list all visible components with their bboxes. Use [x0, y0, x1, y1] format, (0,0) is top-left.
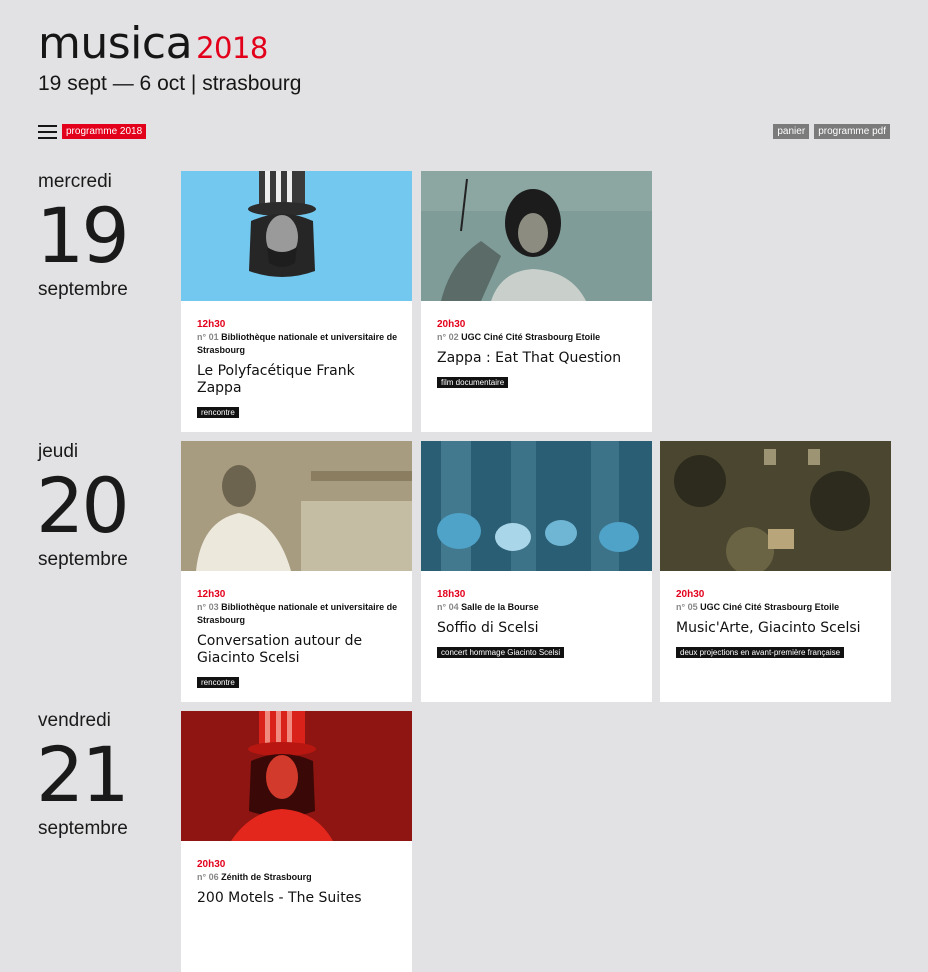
- programme-2018-button[interactable]: programme 2018: [62, 124, 147, 139]
- event-number: n° 04: [437, 602, 459, 612]
- programme-pdf-button[interactable]: programme pdf: [814, 124, 890, 139]
- event-time: 12h30: [197, 319, 226, 330]
- day-number: 19: [36, 191, 130, 280]
- event-card-02[interactable]: 20h30 n° 02 UGC Ciné Cité Strasbourg Eto…: [421, 171, 652, 432]
- event-number: n° 02: [437, 332, 459, 342]
- event-card-01[interactable]: 12h30 n° 01 Bibliothèque nationale et un…: [181, 171, 412, 432]
- event-venue-name: Zénith de Strasbourg: [221, 872, 312, 882]
- event-image: [181, 441, 412, 571]
- event-venue: n° 01 Bibliothèque nationale et universi…: [197, 331, 400, 357]
- event-image: [421, 441, 652, 571]
- event-venue-name: Bibliothèque nationale et universitaire …: [197, 332, 398, 355]
- event-tag: concert hommage Giacinto Scelsi: [437, 647, 565, 658]
- day-number: 21: [36, 730, 130, 819]
- event-title[interactable]: Conversation autour de Giacinto Scelsi: [197, 633, 400, 667]
- site-logo[interactable]: musica 2018: [38, 18, 301, 74]
- event-time: 20h30: [676, 589, 705, 600]
- event-details: 20h30 n° 06 Zénith de Strasbourg 200 Mot…: [197, 859, 400, 907]
- day-month: septembre: [38, 279, 128, 300]
- event-number: n° 01: [197, 332, 219, 342]
- event-venue: n° 02 UGC Ciné Cité Strasbourg Etoile: [437, 331, 640, 344]
- event-card-05[interactable]: 20h30 n° 05 UGC Ciné Cité Strasbourg Eto…: [660, 441, 891, 702]
- event-number: n° 06: [197, 872, 219, 882]
- day-weekday: vendredi: [38, 710, 111, 731]
- event-time: 18h30: [437, 589, 466, 600]
- event-venue: n° 04 Salle de la Bourse: [437, 601, 640, 614]
- event-venue-name: UGC Ciné Cité Strasbourg Etoile: [700, 602, 840, 612]
- menu-icon[interactable]: [38, 125, 57, 139]
- event-venue-name: UGC Ciné Cité Strasbourg Etoile: [461, 332, 601, 342]
- day-weekday: mercredi: [38, 171, 112, 192]
- event-image: [421, 171, 652, 301]
- event-number: n° 03: [197, 602, 219, 612]
- event-venue-name: Bibliothèque nationale et universitaire …: [197, 602, 398, 625]
- event-time: 12h30: [197, 589, 226, 600]
- day-month: septembre: [38, 549, 128, 570]
- event-tag: deux projections en avant-première franç…: [676, 647, 845, 658]
- event-title[interactable]: Le Polyfacétique Frank Zappa: [197, 363, 400, 397]
- event-details: 12h30 n° 01 Bibliothèque nationale et un…: [197, 319, 400, 420]
- event-number: n° 05: [676, 602, 698, 612]
- event-image: [660, 441, 891, 571]
- event-tag: rencontre: [197, 677, 239, 688]
- event-time: 20h30: [197, 859, 226, 870]
- day-weekday: jeudi: [38, 441, 79, 462]
- event-details: 18h30 n° 04 Salle de la Bourse Soffio di…: [437, 589, 640, 660]
- event-time: 20h30: [437, 319, 466, 330]
- festival-year: 2018: [196, 31, 268, 65]
- event-tag: rencontre: [197, 407, 239, 418]
- festival-dates: 19 sept — 6 oct | strasbourg: [38, 72, 302, 95]
- event-title[interactable]: Soffio di Scelsi: [437, 620, 640, 637]
- event-details: 20h30 n° 02 UGC Ciné Cité Strasbourg Eto…: [437, 319, 640, 390]
- day-month: septembre: [38, 818, 128, 839]
- panier-button[interactable]: panier: [773, 124, 810, 139]
- event-venue: n° 03 Bibliothèque nationale et universi…: [197, 601, 400, 627]
- event-card-03[interactable]: 12h30 n° 03 Bibliothèque nationale et un…: [181, 441, 412, 702]
- event-card-06[interactable]: 20h30 n° 06 Zénith de Strasbourg 200 Mot…: [181, 711, 412, 972]
- day-header-19: mercredi 19 septembre: [36, 171, 130, 301]
- event-tag: film documentaire: [437, 377, 509, 388]
- toolbar: programme 2018 panier programme pdf: [38, 124, 890, 140]
- brand-header: musica 2018 19 sept — 6 oct | strasbourg: [38, 18, 301, 96]
- toolbar-right: panier programme pdf: [773, 124, 890, 139]
- event-title[interactable]: Zappa : Eat That Question: [437, 350, 640, 367]
- event-image: [181, 171, 412, 301]
- event-venue: n° 05 UGC Ciné Cité Strasbourg Etoile: [676, 601, 879, 614]
- event-card-04[interactable]: 18h30 n° 04 Salle de la Bourse Soffio di…: [421, 441, 652, 702]
- event-title[interactable]: Music'Arte, Giacinto Scelsi: [676, 620, 879, 637]
- day-number: 20: [36, 461, 130, 550]
- event-image: [181, 711, 412, 841]
- day-header-21: vendredi 21 septembre: [36, 710, 130, 840]
- event-venue: n° 06 Zénith de Strasbourg: [197, 871, 400, 884]
- event-details: 12h30 n° 03 Bibliothèque nationale et un…: [197, 589, 400, 690]
- day-header-20: jeudi 20 septembre: [36, 441, 130, 571]
- event-details: 20h30 n° 05 UGC Ciné Cité Strasbourg Eto…: [676, 589, 879, 660]
- event-venue-name: Salle de la Bourse: [461, 602, 539, 612]
